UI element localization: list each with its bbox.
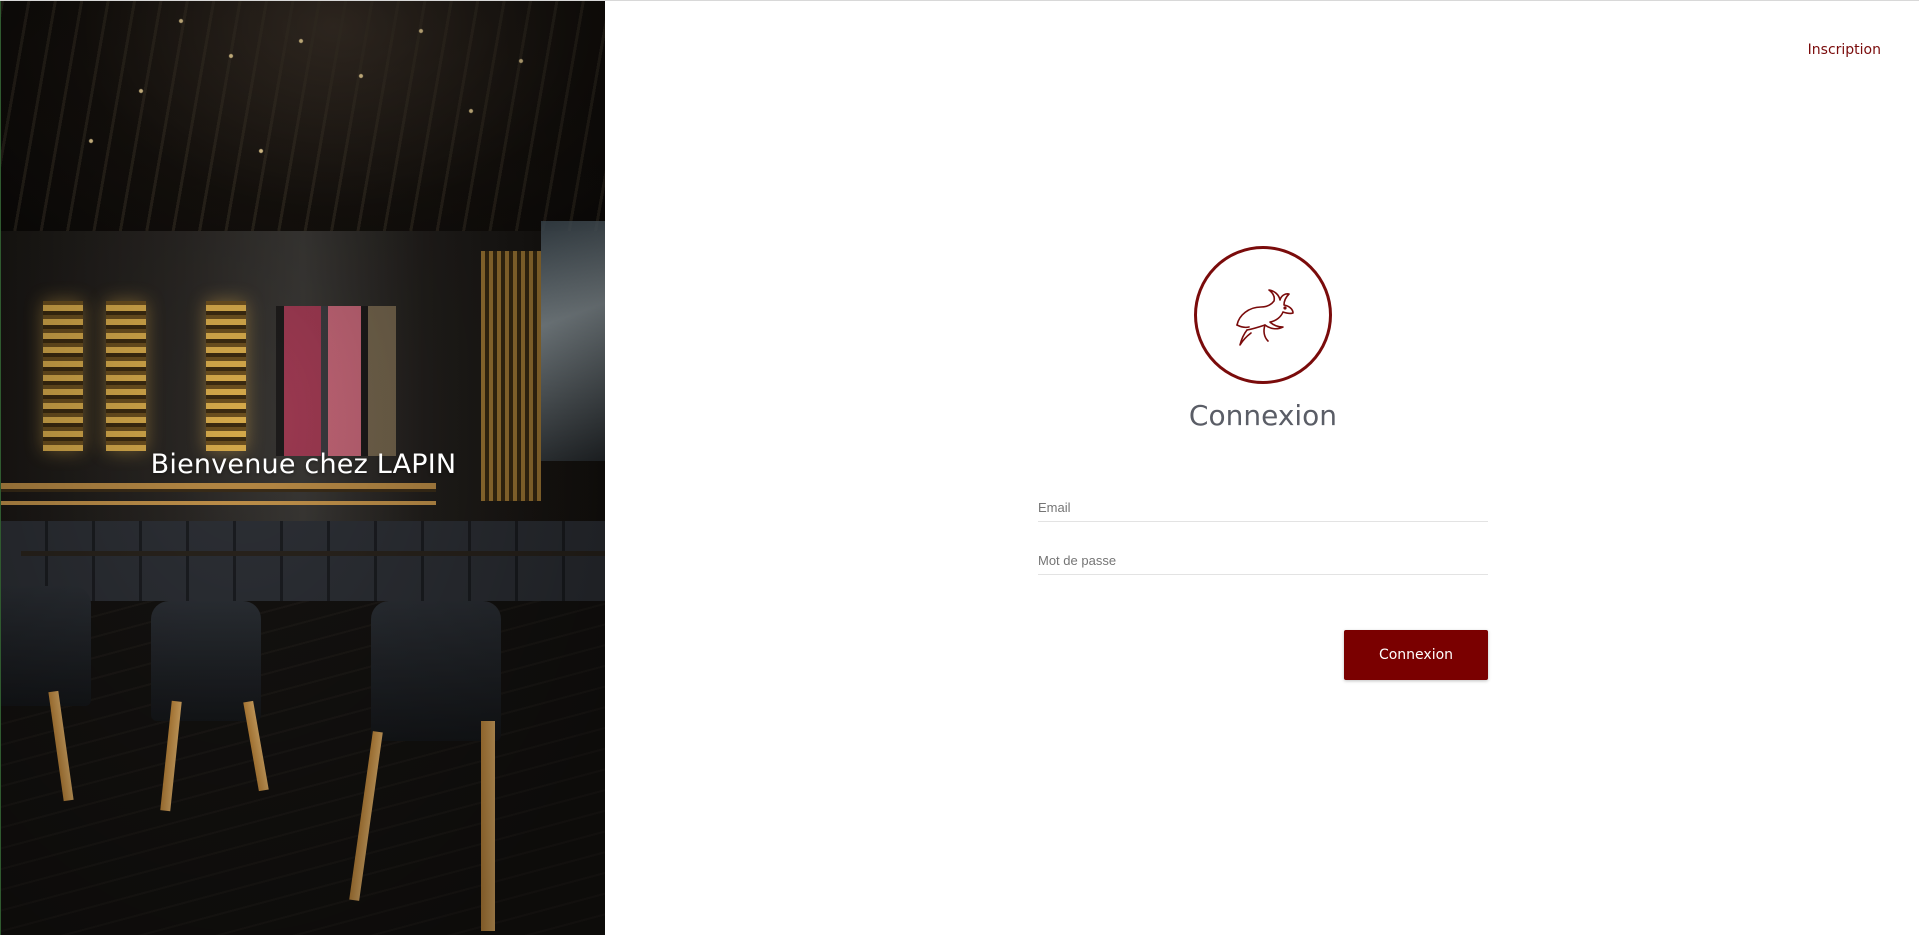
login-title: Connexion (1188, 399, 1338, 432)
hero-image: Bienvenue chez LAPIN (0, 1, 605, 935)
password-field[interactable] (1038, 551, 1488, 575)
login-button[interactable]: Connexion (1344, 630, 1488, 680)
logo (1194, 246, 1332, 384)
welcome-title: Bienvenue chez LAPIN (150, 449, 457, 480)
email-field[interactable] (1038, 498, 1488, 522)
rabbit-icon (1236, 289, 1294, 346)
signup-link[interactable]: Inscription (1808, 42, 1881, 58)
